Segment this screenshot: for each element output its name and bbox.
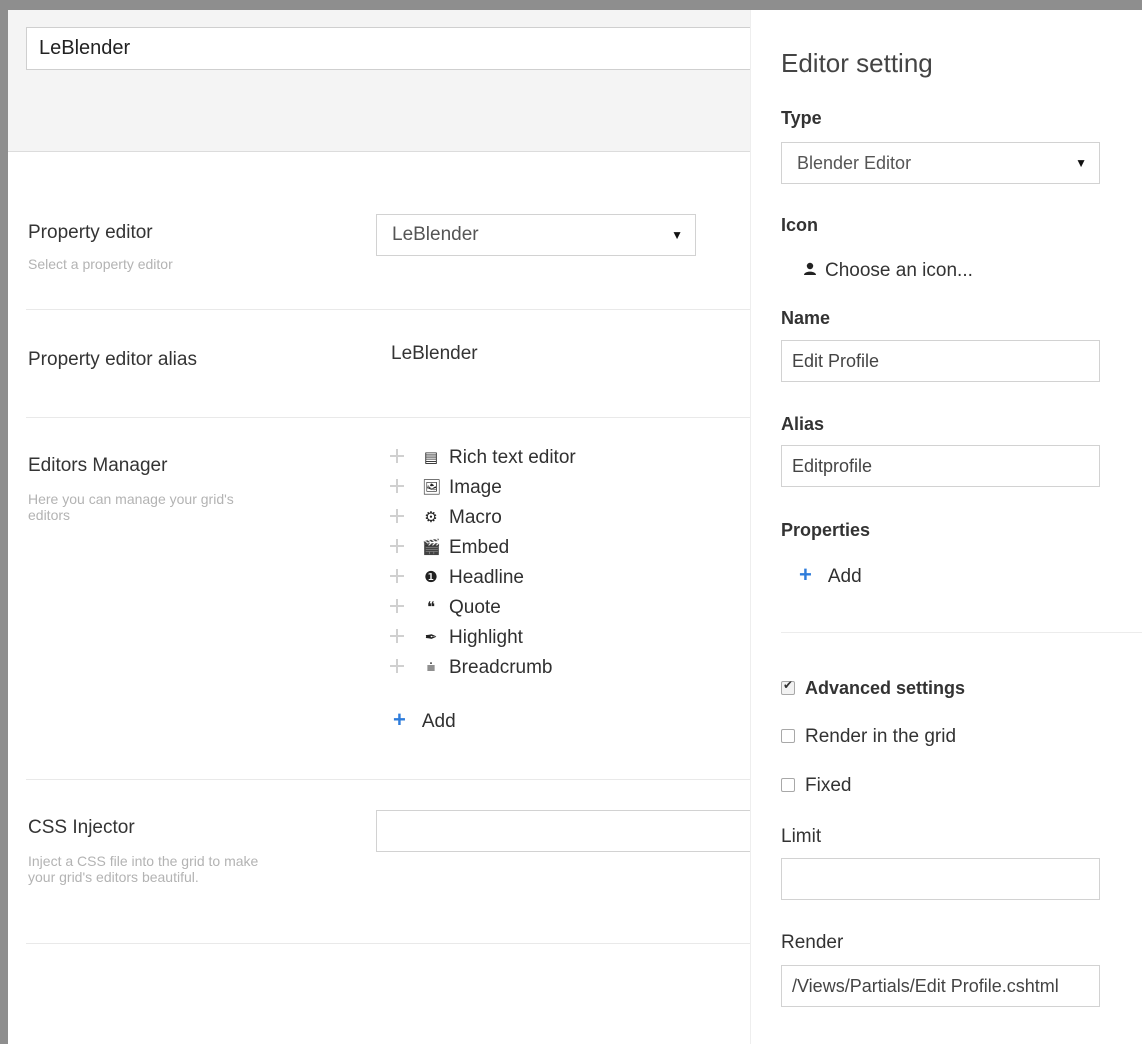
editor-list-item-label: Rich text editor [449,447,576,468]
add-property-label: Add [827,566,862,587]
render-in-grid-checkbox[interactable] [781,729,795,743]
properties-label: Properties [781,520,871,540]
advanced-settings-toggle[interactable]: Advanced settings [781,678,965,699]
type-label: Type [781,108,822,128]
editor-list-item-label: Quote [449,597,501,618]
editor-list-item-label: Macro [449,507,502,528]
add-property-button[interactable]: + Add [799,562,862,588]
property-alias-label: Property editor alias [28,349,197,370]
property-editor-select[interactable]: LeBlender ▼ [376,214,696,256]
property-alias-row: Property editor alias LeBlender [26,309,806,418]
editor-name-input[interactable]: Edit Profile [781,340,1100,382]
drag-handle-icon[interactable] [390,539,404,553]
drag-handle-icon[interactable] [390,599,404,613]
drag-handle-icon[interactable] [390,629,404,643]
rich-text-icon: ▤ [423,449,439,466]
editor-list-item-label: Highlight [449,627,523,648]
highlight-icon: ✒ [424,629,438,646]
css-injector-description: Inject a CSS file into the grid to make … [28,853,259,885]
editors-manager-row: Editors Manager Here you can manage your… [26,417,806,780]
panel-title: Editor setting [781,48,933,78]
property-editor-row: Property editor Select a property editor… [26,160,806,310]
choose-icon-label: Choose an icon... [825,260,973,281]
editors-manager-description: Here you can manage your grid's editors [28,491,234,523]
quote-icon: ❝ [426,599,436,616]
user-icon [803,262,817,276]
icon-label: Icon [781,215,819,235]
type-selected: Blender Editor [797,153,912,173]
choose-icon-button[interactable]: Choose an icon... [803,260,973,282]
fixed-toggle[interactable]: Fixed [781,775,851,797]
render-path-input[interactable]: /Views/Partials/Edit Profile.cshtml [781,965,1100,1007]
add-editor-label: Add [421,711,456,732]
css-injector-input[interactable] [376,810,796,852]
property-editor-description: Select a property editor [28,256,173,272]
add-editor-button[interactable]: + Add [393,707,456,733]
drag-handle-icon[interactable] [390,509,404,523]
property-alias-value: LeBlender [391,343,478,364]
limit-label: Limit [781,826,822,847]
drag-handle-icon[interactable] [390,449,404,463]
drag-handle-icon[interactable] [390,659,404,673]
advanced-settings-checkbox[interactable] [781,678,795,695]
fixed-checkbox[interactable] [781,778,795,792]
plus-icon: + [799,562,812,587]
editor-list-item-label: Headline [449,567,524,588]
cogs-icon: ⚙ [424,509,438,526]
limit-input[interactable] [781,858,1100,900]
name-label: Name [781,308,831,328]
image-icon: 🖼 [422,479,442,496]
render-in-grid-label: Render in the grid [805,726,957,747]
editor-list-item-label: Breadcrumb [449,657,553,678]
panel-divider [781,632,1142,633]
plus-icon: + [393,707,406,732]
chevron-down-icon: ▼ [1075,156,1087,170]
drag-handle-icon[interactable] [390,569,404,583]
fixed-label: Fixed [805,775,852,796]
property-editor-label: Property editor [28,222,153,243]
embed-icon: 🎬 [422,539,441,556]
type-select[interactable]: Blender Editor ▼ [781,142,1100,184]
drag-handle-icon[interactable] [390,479,404,493]
css-injector-row: CSS Injector Inject a CSS file into the … [26,779,806,944]
alias-label: Alias [781,414,825,434]
editor-setting-panel: Editor setting Type Blender Editor ▼ Ico… [750,10,1142,1044]
css-injector-label: CSS Injector [28,817,135,838]
advanced-settings-label: Advanced settings [805,678,966,698]
editors-manager-label: Editors Manager [28,455,168,476]
render-in-grid-toggle[interactable]: Render in the grid [781,726,956,748]
app-frame: LeBlender Property editor Select a prope… [0,0,1142,1044]
chevron-down-icon: ▼ [671,228,683,242]
breadcrumb-icon: ⩧ [426,659,436,676]
datatype-name-input[interactable]: LeBlender [26,27,786,70]
editor-list-item-label: Image [449,477,502,498]
editor-list-item-label: Embed [449,537,510,558]
render-label: Render [781,932,844,953]
editor-alias-input[interactable]: Editprofile [781,445,1100,487]
headline-icon: ❶ [424,569,438,586]
property-editor-selected: LeBlender [392,224,479,245]
